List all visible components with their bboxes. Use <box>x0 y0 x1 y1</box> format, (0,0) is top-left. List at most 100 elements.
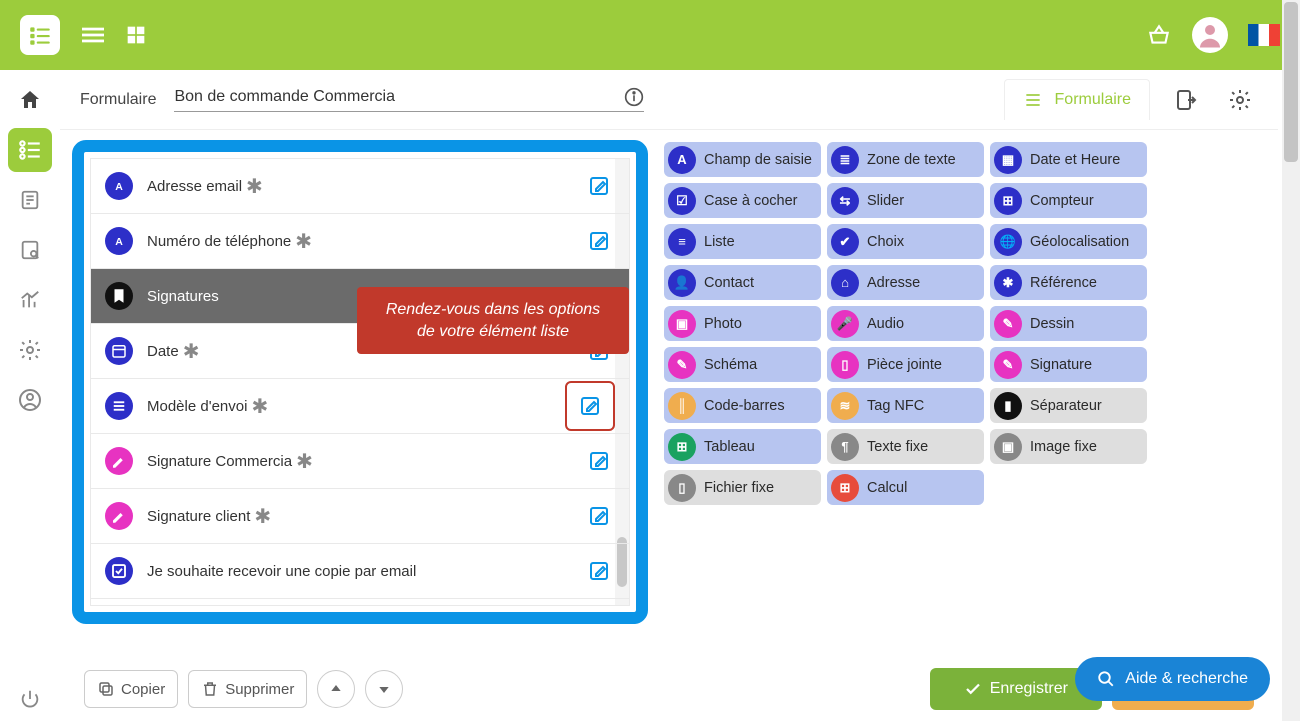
widget-label: Case à cocher <box>704 193 798 209</box>
widget-sch-ma[interactable]: ✎Schéma <box>664 347 821 382</box>
widget-date-et-heure[interactable]: ▦ Date et Heure <box>990 142 1147 177</box>
widget-label: Fichier fixe <box>704 480 774 496</box>
field-label: Adresse email <box>147 178 242 195</box>
widget-label: Liste <box>704 234 735 250</box>
widget-icon: ▦ <box>994 146 1022 174</box>
field-label: Modèle d'envoi <box>147 398 247 415</box>
delete-button[interactable]: Supprimer <box>188 670 307 708</box>
hamburger-icon[interactable] <box>82 24 104 46</box>
widget-label: Date et Heure <box>1030 152 1120 168</box>
widget-label: Pièce jointe <box>867 357 942 373</box>
widget-r-f-rence[interactable]: ✱Référence <box>990 265 1147 300</box>
field-label: Signature client <box>147 508 250 525</box>
nav-power[interactable] <box>8 677 52 721</box>
widget-g-olocalisation[interactable]: 🌐Géolocalisation <box>990 224 1147 259</box>
nav-user[interactable] <box>8 378 52 422</box>
svg-text:A: A <box>115 236 123 248</box>
page-scrollbar[interactable] <box>1282 0 1300 721</box>
widget-tableau[interactable]: ⊞Tableau <box>664 429 821 464</box>
widget-label: Slider <box>867 193 904 209</box>
widget-calcul[interactable]: ⊞Calcul <box>827 470 984 505</box>
edit-field-button[interactable] <box>583 445 615 477</box>
widget-dessin[interactable]: ✎Dessin <box>990 306 1147 341</box>
widget-label: Code-barres <box>704 398 785 414</box>
export-icon[interactable] <box>1168 82 1204 118</box>
app-logo[interactable] <box>20 15 60 55</box>
widget-palette: AChamp de saisie ≣ Zone de texte ▦ Date et H… <box>660 140 1266 657</box>
info-icon[interactable] <box>624 87 644 107</box>
widget-photo[interactable]: ▣Photo <box>664 306 821 341</box>
tab-formulaire[interactable]: Formulaire <box>1004 79 1150 120</box>
settings-icon[interactable] <box>1222 82 1258 118</box>
widget-label: Audio <box>867 316 904 332</box>
edit-field-button[interactable] <box>565 381 615 431</box>
titlebar: Formulaire Bon de commande Commercia For… <box>60 70 1278 130</box>
widget-adresse[interactable]: ⌂Adresse <box>827 265 984 300</box>
nav-home[interactable] <box>8 78 52 122</box>
edit-field-button[interactable] <box>583 225 615 257</box>
widget-label: Tableau <box>704 439 755 455</box>
widget-icon: ▣ <box>994 433 1022 461</box>
move-up-button[interactable] <box>317 670 355 708</box>
form-field-7[interactable]: Je souhaite recevoir une copie par email <box>91 544 629 599</box>
widget-tag-nfc[interactable]: ≋Tag NFC <box>827 388 984 423</box>
widget-choix[interactable]: ✔Choix <box>827 224 984 259</box>
form-field-6[interactable]: Signature client✱ <box>91 489 629 544</box>
widget-s-parateur[interactable]: ▮Séparateur <box>990 388 1147 423</box>
widget-icon: ▯ <box>668 474 696 502</box>
widget-label: Zone de texte <box>867 152 956 168</box>
widget-icon: ⊞ <box>994 187 1022 215</box>
widget-compteur[interactable]: ⊞ Compteur <box>990 183 1147 218</box>
edit-field-button[interactable] <box>583 500 615 532</box>
widget-liste[interactable]: ≡Liste <box>664 224 821 259</box>
move-down-button[interactable] <box>365 670 403 708</box>
edit-field-button[interactable] <box>583 555 615 587</box>
field-type-icon <box>105 392 133 420</box>
edit-field-button[interactable] <box>583 170 615 202</box>
widget-texte-fixe[interactable]: ¶Texte fixe <box>827 429 984 464</box>
widget-fichier-fixe[interactable]: ▯ Fichier fixe <box>664 470 821 505</box>
nav-settings[interactable] <box>8 328 52 372</box>
form-field-0[interactable]: A Adresse email✱ <box>91 159 629 214</box>
copy-button[interactable]: Copier <box>84 670 178 708</box>
widget-label: Dessin <box>1030 316 1074 332</box>
field-label: Date <box>147 343 179 360</box>
widget-slider[interactable]: ⇆Slider <box>827 183 984 218</box>
nav-analytics[interactable] <box>8 278 52 322</box>
widget-zone-de-texte[interactable]: ≣ Zone de texte <box>827 142 984 177</box>
widget-case-cocher[interactable]: ☑Case à cocher <box>664 183 821 218</box>
nav-data[interactable] <box>8 178 52 222</box>
widget-signature[interactable]: ✎Signature <box>990 347 1147 382</box>
widget-label: Géolocalisation <box>1030 234 1129 250</box>
widget-audio[interactable]: 🎤Audio <box>827 306 984 341</box>
basket-icon[interactable] <box>1146 22 1172 48</box>
required-indicator: ✱ <box>296 449 313 474</box>
nav-forms[interactable] <box>8 128 52 172</box>
widget-code-barres[interactable]: ║Code-barres <box>664 388 821 423</box>
field-type-icon <box>105 447 133 475</box>
widget-champ-de-saisie[interactable]: AChamp de saisie <box>664 142 821 177</box>
nav-reports[interactable] <box>8 228 52 272</box>
widget-label: Image fixe <box>1030 439 1097 455</box>
breadcrumb-label: Formulaire <box>80 91 156 109</box>
widget-label: Adresse <box>867 275 920 291</box>
widget-label: Compteur <box>1030 193 1094 209</box>
form-field-5[interactable]: Signature Commercia✱ <box>91 434 629 489</box>
help-button[interactable]: Aide & recherche <box>1075 657 1270 701</box>
widget-icon: ▣ <box>668 310 696 338</box>
form-field-1[interactable]: A Numéro de téléphone✱ <box>91 214 629 269</box>
widget-image-fixe[interactable]: ▣ Image fixe <box>990 429 1147 464</box>
widget-icon: ≣ <box>831 146 859 174</box>
form-title-input[interactable]: Bon de commande Commercia <box>174 87 644 112</box>
required-indicator: ✱ <box>251 394 268 419</box>
required-indicator: ✱ <box>254 504 271 529</box>
left-nav <box>0 70 60 721</box>
locale-flag-fr[interactable] <box>1248 24 1280 46</box>
form-fields-panel: Rendez-vous dans les options de votre él… <box>72 140 648 624</box>
widget-pi-ce-jointe[interactable]: ▯Pièce jointe <box>827 347 984 382</box>
widget-contact[interactable]: 👤Contact <box>664 265 821 300</box>
avatar[interactable] <box>1192 17 1228 53</box>
form-field-4[interactable]: Modèle d'envoi✱ <box>91 379 629 434</box>
main: Formulaire Bon de commande Commercia For… <box>60 70 1278 721</box>
grid-icon[interactable] <box>126 25 146 45</box>
